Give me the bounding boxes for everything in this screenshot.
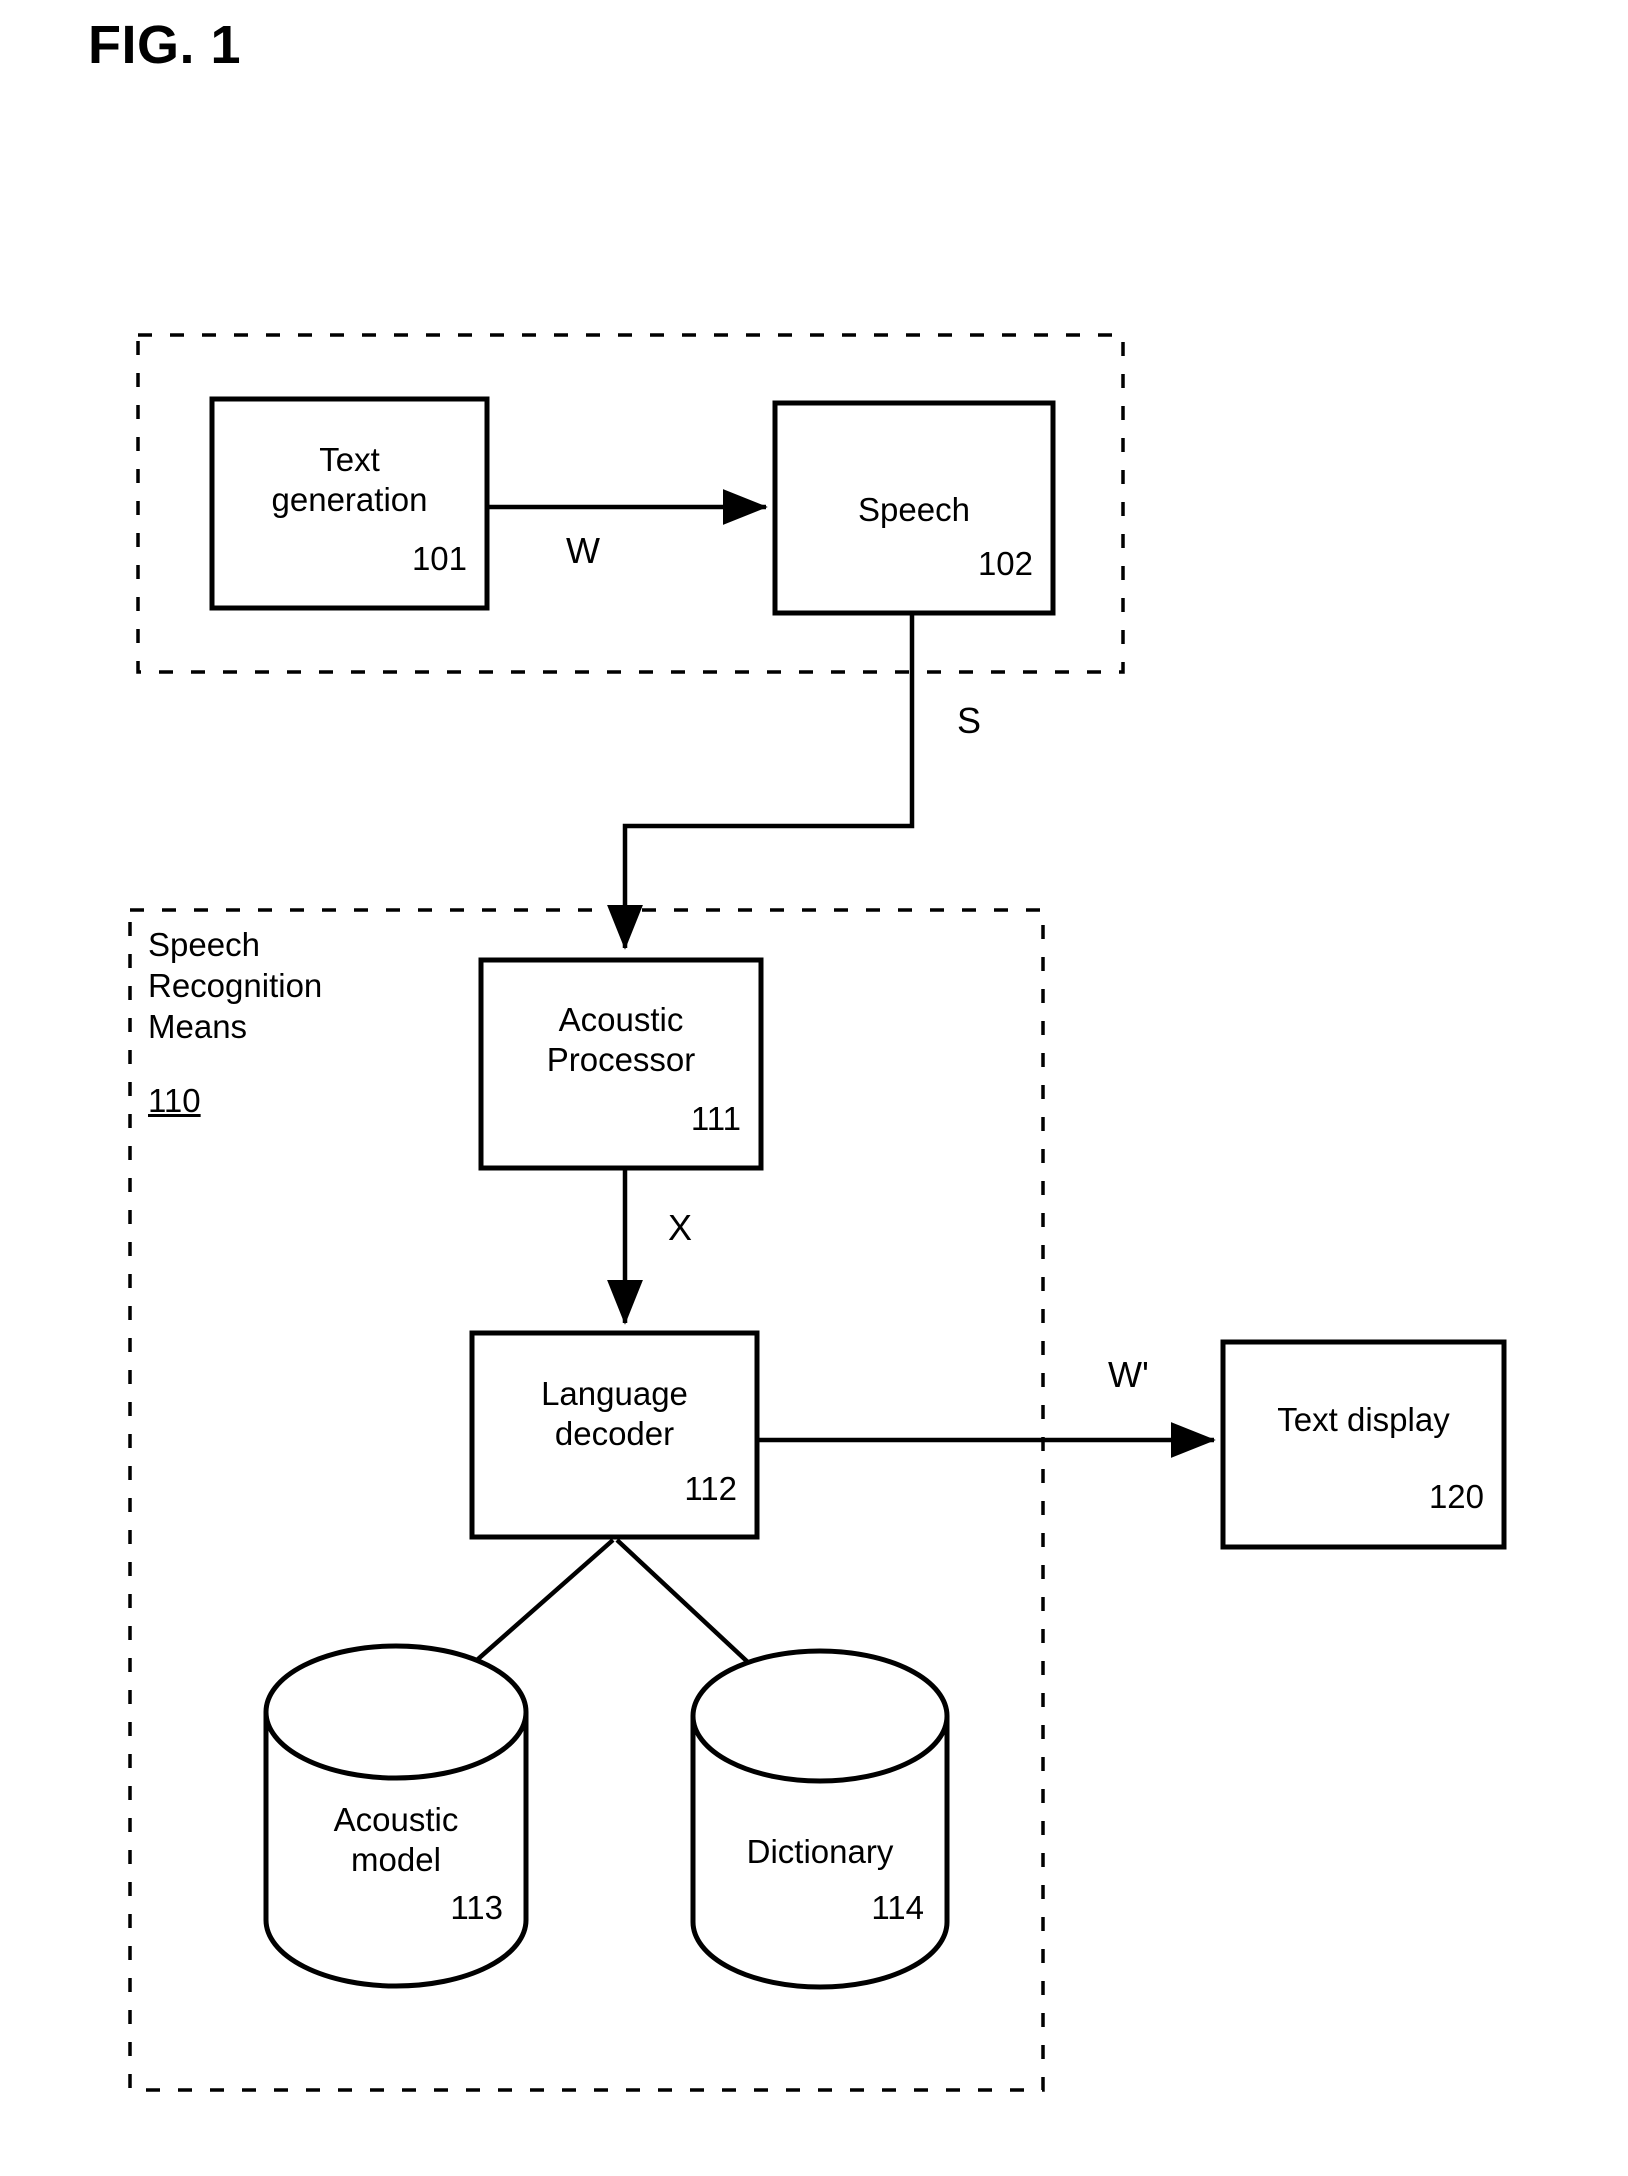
language-decoder-label: Language decoder <box>541 1375 688 1453</box>
edge-label-w-prime: W' <box>1108 1354 1149 1395</box>
acoustic-model-label: Acoustic model <box>333 1801 459 1879</box>
speech-number: 102 <box>977 545 1033 582</box>
speech-recognition-means-number: 110 <box>148 1082 201 1119</box>
edge-speech-to-acoustic-processor <box>606 613 915 950</box>
edge-label-w: W <box>566 530 600 571</box>
dictionary-cylinder <box>690 1648 950 1990</box>
edge-label-s: S <box>957 700 982 741</box>
patent-figure: FIG. 1 Text generation 101 Speech 102 Ac… <box>0 0 1628 2176</box>
speech-recognition-means-label: Speech Recognition Means <box>148 926 323 1045</box>
edge-label-x: X <box>668 1207 693 1248</box>
dictionary-label: Dictionary <box>746 1833 894 1870</box>
text-generation-label: Text generation <box>271 441 428 519</box>
acoustic-processor-label: Acoustic Processor <box>546 1001 696 1079</box>
text-generation-number: 101 <box>411 540 467 577</box>
speech-label: Speech <box>858 491 970 528</box>
acoustic-model-number: 113 <box>450 1889 503 1926</box>
text-display-number: 120 <box>1428 1478 1484 1515</box>
dictionary-number: 114 <box>871 1889 924 1926</box>
language-decoder-number: 112 <box>684 1470 737 1507</box>
text-display-box <box>1220 1339 1507 1550</box>
text-display-label: Text display <box>1277 1401 1450 1438</box>
acoustic-processor-number: 111 <box>690 1100 741 1137</box>
